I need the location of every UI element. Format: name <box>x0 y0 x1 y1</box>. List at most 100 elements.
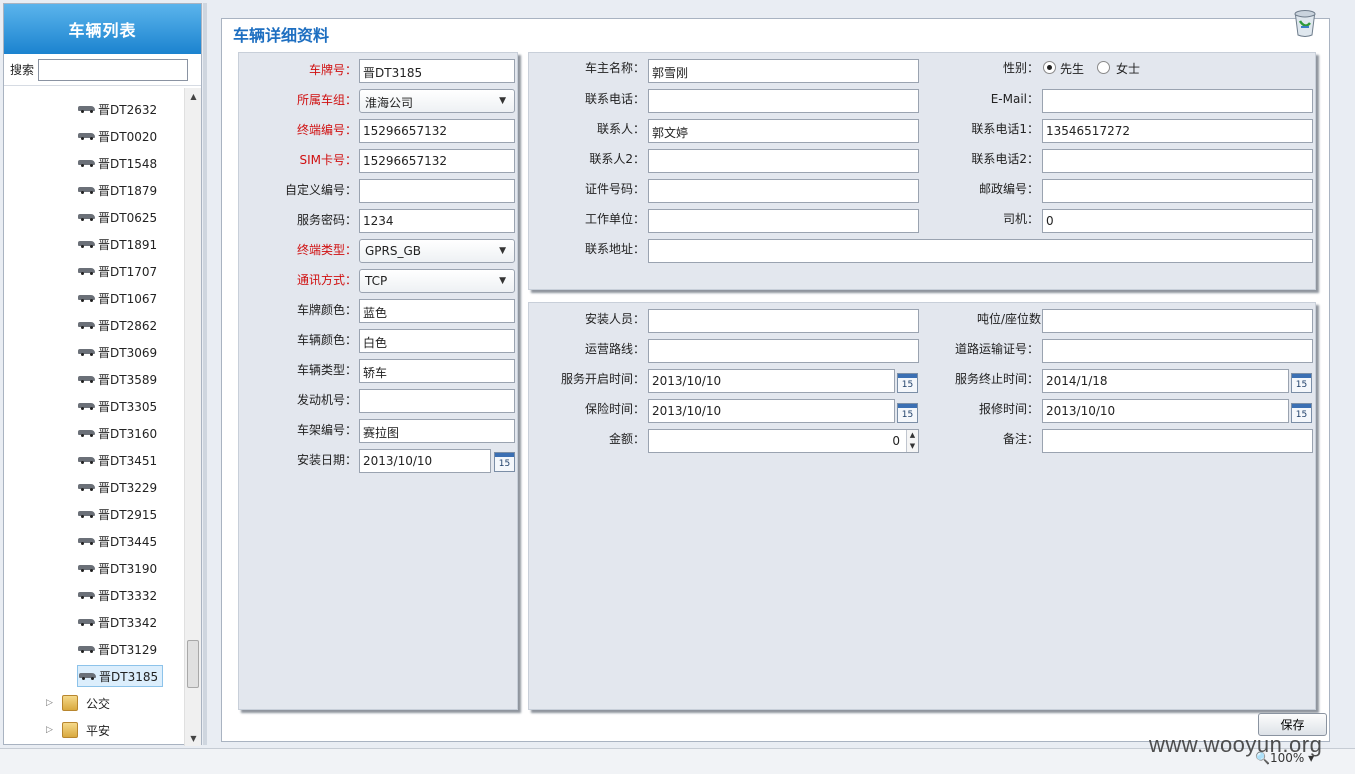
gender-male-radio[interactable] <box>1043 61 1056 74</box>
watermark: www.wooyun.org <box>1149 732 1323 757</box>
splitter[interactable] <box>203 3 207 745</box>
vehicle-list-item[interactable]: 晋DT2862 <box>77 314 157 336</box>
route-label: 运营路线： <box>584 342 645 356</box>
vehicle-list-item[interactable]: 晋DT3589 <box>77 368 157 390</box>
vehicle-list-item[interactable]: 晋DT3160 <box>77 422 157 444</box>
vehicle-list-item[interactable]: 晋DT3190 <box>77 557 157 579</box>
trash-icon[interactable] <box>1294 9 1316 37</box>
vehicle-detail-panel: 车辆详细资料 车牌号： 晋DT3185 所属车组： 淮海公司 ▼ 终端编号： 15… <box>221 10 1330 742</box>
phone-field[interactable] <box>648 89 919 113</box>
page-title: 车辆详细资料 <box>233 26 330 45</box>
vehicle-list-item[interactable]: 晋DT3229 <box>77 476 157 498</box>
calendar-icon[interactable]: 15 <box>1291 403 1312 423</box>
car-icon <box>77 293 97 303</box>
owner-name-field[interactable]: 郭雪刚 <box>648 59 919 83</box>
service-end-field[interactable]: 2014/1/18 <box>1042 369 1289 393</box>
remark-field[interactable] <box>1042 429 1313 453</box>
install-date-field[interactable]: 2013/10/10 <box>359 449 491 473</box>
vehicle-list-item[interactable]: 晋DT1891 <box>77 233 157 255</box>
vehicle-list-item[interactable]: 晋DT3069 <box>77 341 157 363</box>
vehicle-list-item[interactable]: 晋DT1548 <box>77 152 157 174</box>
calendar-icon[interactable]: 15 <box>1291 373 1312 393</box>
search-input[interactable] <box>38 58 189 81</box>
custom-no-field[interactable] <box>359 179 515 203</box>
terminal-no-field[interactable]: 15296657132 <box>359 119 515 143</box>
scroll-thumb[interactable] <box>187 640 199 688</box>
vehicle-list-item[interactable]: 晋DT3129 <box>77 638 157 660</box>
insurance-field[interactable]: 2013/10/10 <box>648 399 895 423</box>
service-start-field[interactable]: 2013/10/10 <box>648 369 895 393</box>
group-item[interactable]: ▷ 平安 <box>46 719 110 741</box>
vehicle-list-item[interactable]: 晋DT0625 <box>77 206 157 228</box>
body-color-field[interactable]: 白色 <box>359 329 515 353</box>
expand-arrow-icon[interactable]: ▷ <box>46 698 56 708</box>
contact-field[interactable]: 郭文婷 <box>648 119 919 143</box>
vehicle-type-field[interactable]: 轿车 <box>359 359 515 383</box>
calendar-icon[interactable]: 15 <box>897 403 918 423</box>
vehicle-list-item[interactable]: 晋DT2915 <box>77 503 157 525</box>
amount-value: 0 <box>892 434 900 448</box>
gender-female-radio[interactable] <box>1097 61 1110 74</box>
vehicle-list-item[interactable]: 晋DT2632 <box>77 98 157 120</box>
folder-icon <box>62 695 78 711</box>
transport-cert-field[interactable] <box>1042 339 1313 363</box>
comm-select[interactable]: TCP ▼ <box>359 269 515 293</box>
vehicle-list-item[interactable]: 晋DT1707 <box>77 260 157 282</box>
spin-arrows-icon[interactable]: ▲ ▼ <box>906 430 918 452</box>
vehicle-list-item[interactable]: 晋DT3445 <box>77 530 157 552</box>
car-icon <box>77 239 97 249</box>
calendar-icon[interactable]: 15 <box>494 452 515 472</box>
work-field[interactable] <box>648 209 919 233</box>
installer-label: 安装人员： <box>584 312 645 326</box>
group-select[interactable]: 淮海公司 ▼ <box>359 89 515 113</box>
contact2-field[interactable] <box>648 149 919 173</box>
vehicle-label: 晋DT3445 <box>98 534 158 549</box>
body-color-label: 车辆颜色： <box>296 333 357 347</box>
tree-scrollbar[interactable]: ▲ ▼ <box>184 88 201 746</box>
amount-label: 金额： <box>608 432 645 446</box>
group-label: 所属车组： <box>296 93 357 107</box>
phone2-field[interactable] <box>1042 149 1313 173</box>
plate-color-field[interactable]: 蓝色 <box>359 299 515 323</box>
route-field[interactable] <box>648 339 919 363</box>
vehicle-list-item[interactable]: 晋DT1067 <box>77 287 157 309</box>
service-pwd-field[interactable]: 1234 <box>359 209 515 233</box>
tonnage-label: 吨位/座位数 <box>976 312 1041 326</box>
group-item[interactable]: ▷ 公交 <box>46 692 110 714</box>
terminal-type-select[interactable]: GPRS_GB ▼ <box>359 239 515 263</box>
plate-color-label: 车牌颜色： <box>296 303 357 317</box>
calendar-icon[interactable]: 15 <box>897 373 918 393</box>
vehicle-list-item[interactable]: 晋DT1879 <box>77 179 157 201</box>
driver-field[interactable]: 0 <box>1042 209 1313 233</box>
sim-field[interactable]: 15296657132 <box>359 149 515 173</box>
vehicle-list-item[interactable]: 晋DT3332 <box>77 584 157 606</box>
vehicle-list-item[interactable]: 晋DT3185 <box>77 665 164 687</box>
email-label: E-Mail： <box>990 92 1039 106</box>
amount-stepper[interactable]: 0 ▲ ▼ <box>648 429 919 453</box>
chevron-down-icon: ▼ <box>499 96 506 106</box>
service-pwd-label: 服务密码： <box>296 213 357 227</box>
address-field[interactable] <box>648 239 1313 263</box>
scroll-up-arrow-icon[interactable]: ▲ <box>185 88 202 104</box>
vehicle-list-item[interactable]: 晋DT3305 <box>77 395 157 417</box>
expand-arrow-icon[interactable]: ▷ <box>46 725 56 735</box>
tonnage-field[interactable] <box>1042 309 1313 333</box>
car-icon <box>77 536 97 546</box>
id-field[interactable] <box>648 179 919 203</box>
repair-field[interactable]: 2013/10/10 <box>1042 399 1289 423</box>
email-field[interactable] <box>1042 89 1313 113</box>
vehicle-list-item[interactable]: 晋DT3451 <box>77 449 157 471</box>
vehicle-info-panel: 车牌号： 晋DT3185 所属车组： 淮海公司 ▼ 终端编号： 152966571… <box>238 52 518 710</box>
group-label: 平安 <box>86 723 111 738</box>
group-value: 淮海公司 <box>365 96 414 110</box>
vehicle-list-item[interactable]: 晋DT3342 <box>77 611 157 633</box>
phone1-field[interactable]: 13546517272 <box>1042 119 1313 143</box>
remark-label: 备注： <box>1002 432 1039 446</box>
postal-field[interactable] <box>1042 179 1313 203</box>
installer-field[interactable] <box>648 309 919 333</box>
vehicle-list-item[interactable]: 晋DT0020 <box>77 125 157 147</box>
scroll-down-arrow-icon[interactable]: ▼ <box>185 730 202 746</box>
frame-field[interactable]: 赛拉图 <box>359 419 515 443</box>
engine-field[interactable] <box>359 389 515 413</box>
plate-field[interactable]: 晋DT3185 <box>359 59 515 83</box>
